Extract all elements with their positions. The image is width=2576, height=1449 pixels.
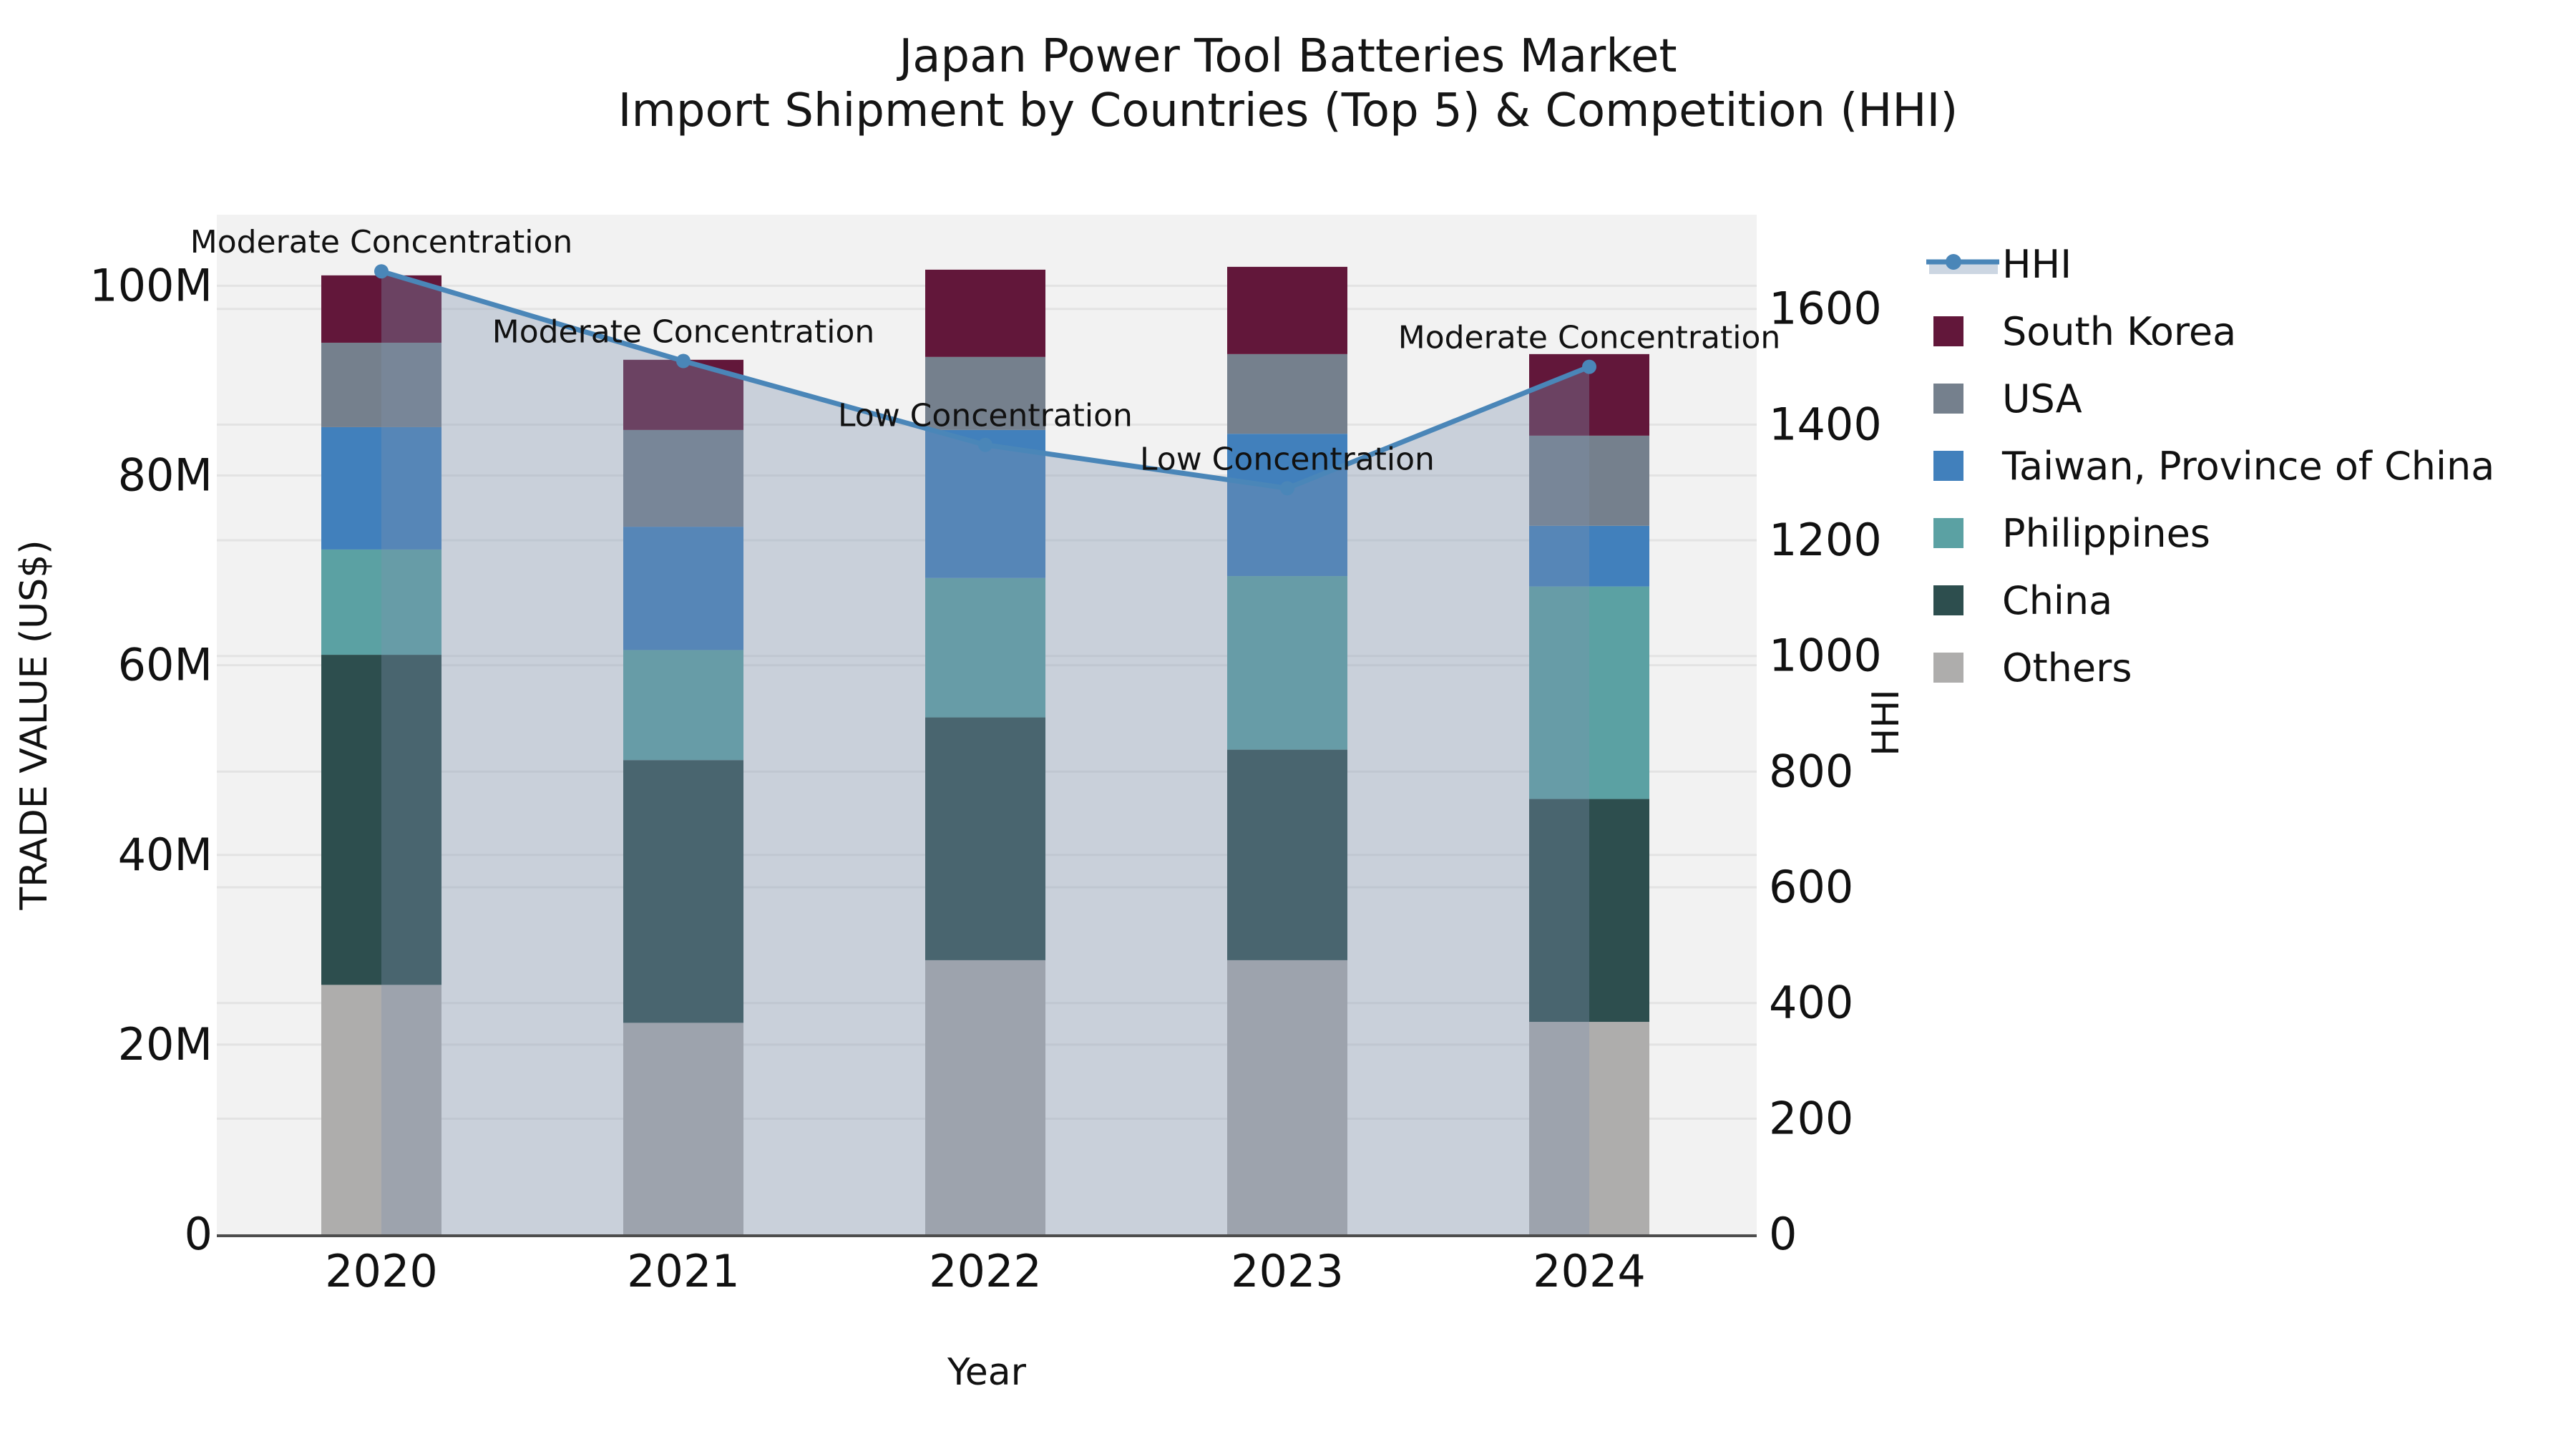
- legend-swatch: [1933, 518, 1963, 548]
- hhi-annotation: Moderate Concentration: [190, 224, 573, 260]
- y-right-tick-label: 800: [1769, 745, 1853, 797]
- legend-label: Others: [2002, 645, 2132, 691]
- hhi-annotation: Moderate Concentration: [492, 313, 875, 350]
- y-right-tick-label: 1400: [1769, 398, 1882, 450]
- x-tick-label: 2024: [1533, 1245, 1646, 1297]
- legend-label: China: [2002, 578, 2112, 623]
- y-right-tick-label: 1000: [1769, 630, 1882, 682]
- y-right-tick-label: 1600: [1769, 283, 1882, 335]
- bar-segment: [1227, 353, 1347, 434]
- y-right-tick-label: 400: [1769, 977, 1853, 1029]
- legend-swatch: [1933, 316, 1963, 346]
- y-right-tick-label: 200: [1769, 1092, 1853, 1144]
- y-left-tick-label: 20M: [118, 1018, 213, 1070]
- legend-swatch: [1933, 384, 1963, 414]
- x-tick-label: 2021: [627, 1245, 740, 1297]
- legend-swatch: [1933, 451, 1963, 481]
- y-left-tick-label: 80M: [118, 449, 213, 502]
- x-tick-label: 2022: [929, 1245, 1042, 1297]
- legend-swatch: [1933, 585, 1963, 615]
- legend-label: HHI: [2002, 242, 2072, 287]
- hhi-annotation: Low Concentration: [838, 398, 1133, 434]
- legend-label: Philippines: [2002, 511, 2210, 556]
- legend-hhi-marker: [1946, 254, 1961, 270]
- y-left-tick-label: 40M: [118, 829, 213, 881]
- bar-segment: [1227, 266, 1347, 354]
- legend-swatch: [1933, 653, 1963, 683]
- legend-label: South Korea: [2002, 309, 2236, 354]
- x-tick-label: 2023: [1231, 1245, 1344, 1297]
- hhi-marker: [374, 264, 389, 279]
- hhi-marker: [1280, 481, 1294, 496]
- y-left-tick-label: 100M: [89, 259, 213, 311]
- y-left-tick-label: 0: [185, 1208, 213, 1260]
- y-right-tick-label: 1200: [1769, 514, 1882, 566]
- figure: Japan Power Tool Batteries Market Import…: [0, 0, 2576, 1449]
- hhi-marker: [1582, 359, 1596, 374]
- chart-canvas: Moderate Concentration Moderate Concentra…: [89, 215, 2494, 1297]
- hhi-annotation: Low Concentration: [1140, 441, 1435, 477]
- legend-label: Taiwan, Province of China: [2001, 444, 2494, 489]
- hhi-annotation: Moderate Concentration: [1398, 320, 1781, 356]
- y-right-tick-label: 0: [1769, 1208, 1797, 1260]
- y-left-tick-label: 60M: [118, 639, 213, 691]
- hhi-marker: [978, 437, 992, 452]
- y-right-tick-label: 600: [1769, 861, 1853, 913]
- x-tick-label: 2020: [325, 1245, 438, 1297]
- bar-segment: [925, 269, 1045, 357]
- hhi-marker: [676, 353, 691, 369]
- legend-label: USA: [2002, 376, 2082, 421]
